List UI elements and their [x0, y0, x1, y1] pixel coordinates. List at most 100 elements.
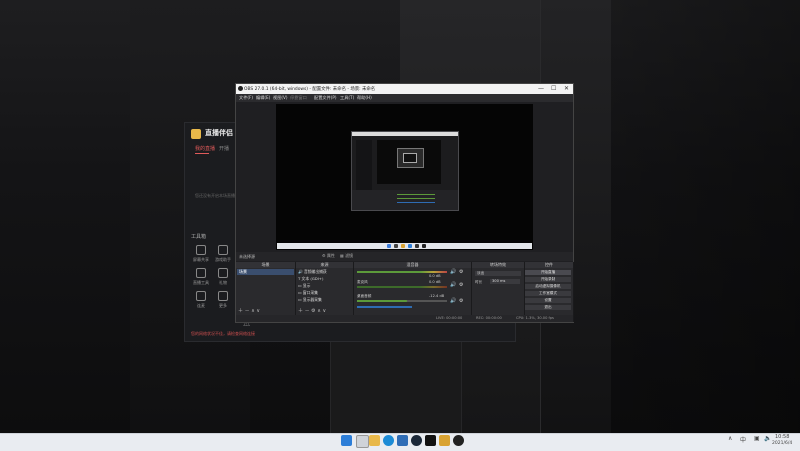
user-icon — [218, 245, 228, 255]
source-status-bar — [236, 252, 573, 261]
clock-date[interactable]: 2021/6/4 — [772, 441, 792, 446]
menu-view[interactable]: 视图(V) — [273, 95, 288, 101]
mixer-dock[interactable]: 混音器 0.0 dB 🔊 ⚙ 麦克风 0.0 dB 🔊 ⚙ 桌面音频 -12.4… — [354, 262, 472, 322]
tab-underline — [195, 153, 209, 154]
start-menu-icon[interactable] — [341, 435, 352, 446]
tool-screen-share[interactable]: 屏幕共享 — [191, 245, 211, 263]
nested-preview-window — [351, 131, 459, 211]
transitions-header: 转场特效 — [472, 262, 524, 268]
settings-button[interactable]: 设置 — [525, 298, 571, 303]
maximize-button[interactable]: ☐ — [551, 85, 556, 92]
language-indicator[interactable]: 中 — [740, 435, 746, 444]
meter-bar — [357, 271, 447, 273]
meter-bar — [357, 300, 447, 302]
volume-slider[interactable] — [357, 306, 412, 308]
tool-live[interactable]: 直播工具 — [191, 268, 211, 286]
duration-input[interactable]: 300 ms — [490, 279, 520, 284]
add-scene-button[interactable]: ＋ － ∧ ∨ — [238, 307, 260, 314]
nested-docks — [352, 190, 458, 210]
app-logo-icon — [191, 129, 201, 139]
live-status: LIVE: 00:00:00 — [436, 316, 463, 320]
menu-edit[interactable]: 编辑(E) — [256, 95, 270, 101]
no-source-label: 未选择源 — [239, 254, 255, 259]
source-item[interactable]: 🔊 音频输出捕获 — [298, 269, 351, 275]
nested-taskbar — [277, 243, 532, 249]
minimize-button[interactable]: — — [538, 85, 544, 92]
tool-more[interactable]: 更多 — [213, 291, 233, 309]
menu-help[interactable]: 帮助(H) — [357, 95, 372, 101]
transition-select[interactable]: 淡出 — [475, 271, 521, 276]
mixer-db: -12.4 dB — [429, 294, 445, 298]
live-helper-icon[interactable] — [439, 435, 450, 446]
menu-tools[interactable]: 工具(T) — [340, 95, 354, 101]
obs-window[interactable]: OBS 27.0.1 (64-bit, windows) - 配置文件: 未命名… — [235, 83, 574, 323]
exit-button[interactable]: 退出 — [525, 305, 571, 310]
start-record-button[interactable]: 开始录制 — [525, 277, 571, 282]
gift-icon — [218, 268, 228, 278]
file-explorer-icon[interactable] — [369, 435, 380, 446]
nested-titlebar — [352, 132, 458, 136]
tool-game[interactable]: 游戏助手 — [213, 245, 233, 263]
clock-time[interactable]: 10:58 — [775, 434, 789, 440]
mixer-header: 混音器 — [354, 262, 471, 268]
steam-icon[interactable] — [411, 435, 422, 446]
link-icon — [196, 291, 206, 301]
tool-gift[interactable]: 礼物 — [213, 268, 233, 286]
controls-header: 控件 — [525, 262, 573, 268]
speaker-icon[interactable]: 🔊 — [450, 298, 456, 304]
rec-status: REC: 00:00:00 — [476, 316, 502, 320]
scenes-header: 场景 — [236, 262, 295, 268]
source-item[interactable]: ▭ 窗口采集 — [298, 290, 351, 296]
mixer-label: 麦克风 — [357, 280, 368, 284]
cpu-status: CPU: 1.3%, 30.00 fps — [516, 316, 554, 320]
menu-file[interactable]: 文件(F) — [239, 95, 253, 101]
network-warning: 您的网络状况不佳，请检查网络连接 — [191, 331, 255, 336]
gear-icon[interactable]: ⚙ — [459, 269, 463, 275]
nested-meter — [397, 198, 435, 199]
obs-icon[interactable] — [453, 435, 464, 446]
source-item[interactable]: T 文本 (GDI+) — [298, 276, 351, 282]
mixer-db: 0.0 dB — [429, 280, 441, 284]
menu-docks[interactable]: 停靠窗口 — [290, 95, 307, 101]
source-item[interactable]: ▭ 显示器采集 — [298, 297, 351, 303]
speaker-icon[interactable]: 🔊 — [450, 269, 456, 275]
sources-header: 来源 — [296, 262, 353, 268]
store-icon[interactable] — [397, 435, 408, 446]
duration-label: 时长 — [475, 280, 483, 284]
filters-button[interactable]: ▦ 滤镜 — [340, 253, 353, 259]
mixer-label: 桌面音频 — [357, 294, 372, 298]
transitions-dock[interactable]: 转场特效 淡出 时长 300 ms — [472, 262, 525, 322]
volume-icon[interactable]: 🔈 — [764, 435, 771, 442]
source-item[interactable]: ▭ 显示 — [298, 283, 351, 289]
edge-browser-icon[interactable] — [383, 435, 394, 446]
tiktok-icon[interactable] — [425, 435, 436, 446]
gear-icon[interactable]: ⚙ — [459, 282, 463, 288]
studio-mode-button[interactable]: 工作室模式 — [525, 291, 571, 296]
virtual-camera-button[interactable]: 启动虚拟摄像机 — [525, 284, 571, 289]
helper-tab-start[interactable]: 开播 — [219, 145, 229, 152]
obs-logo-icon — [238, 86, 243, 91]
network-icon[interactable]: ▣ — [754, 435, 760, 442]
close-button[interactable]: ✕ — [564, 85, 569, 92]
scenes-dock[interactable]: 场景 场景 ＋ － ∧ ∨ — [236, 262, 296, 322]
nested-meter — [397, 202, 435, 203]
monitor-icon — [196, 245, 206, 255]
gear-icon[interactable]: ⚙ — [459, 298, 463, 304]
sources-dock[interactable]: 来源 🔊 音频输出捕获 T 文本 (GDI+) ▭ 显示 ▭ 窗口采集 ▭ 显示… — [296, 262, 354, 322]
tray-chevron-icon[interactable]: ∧ — [728, 435, 732, 442]
helper-tab-live[interactable]: 我的直播 — [195, 145, 215, 152]
helper-title: 直播伴侣 — [205, 129, 233, 137]
speaker-icon[interactable]: 🔊 — [450, 282, 456, 288]
nested-meter — [397, 194, 435, 195]
nested-sidebar — [356, 140, 372, 190]
add-source-button[interactable]: ＋ － ⚙ ∧ ∨ — [298, 307, 326, 314]
tool-link[interactable]: 连麦 — [191, 291, 211, 309]
menu-profile[interactable]: 配置文件(P) — [314, 95, 337, 101]
helper-message: 您还没有开启本场直播哦 — [195, 193, 239, 198]
search-icon[interactable] — [356, 435, 369, 448]
properties-button[interactable]: ⚙ 属性 — [322, 253, 335, 259]
obs-title: OBS 27.0.1 (64-bit, windows) - 配置文件: 未命名… — [244, 87, 376, 92]
start-stream-button[interactable]: 开始直播 — [525, 270, 571, 275]
scene-item[interactable]: 场景 — [237, 269, 294, 275]
mixer-db: 0.0 dB — [429, 274, 441, 278]
